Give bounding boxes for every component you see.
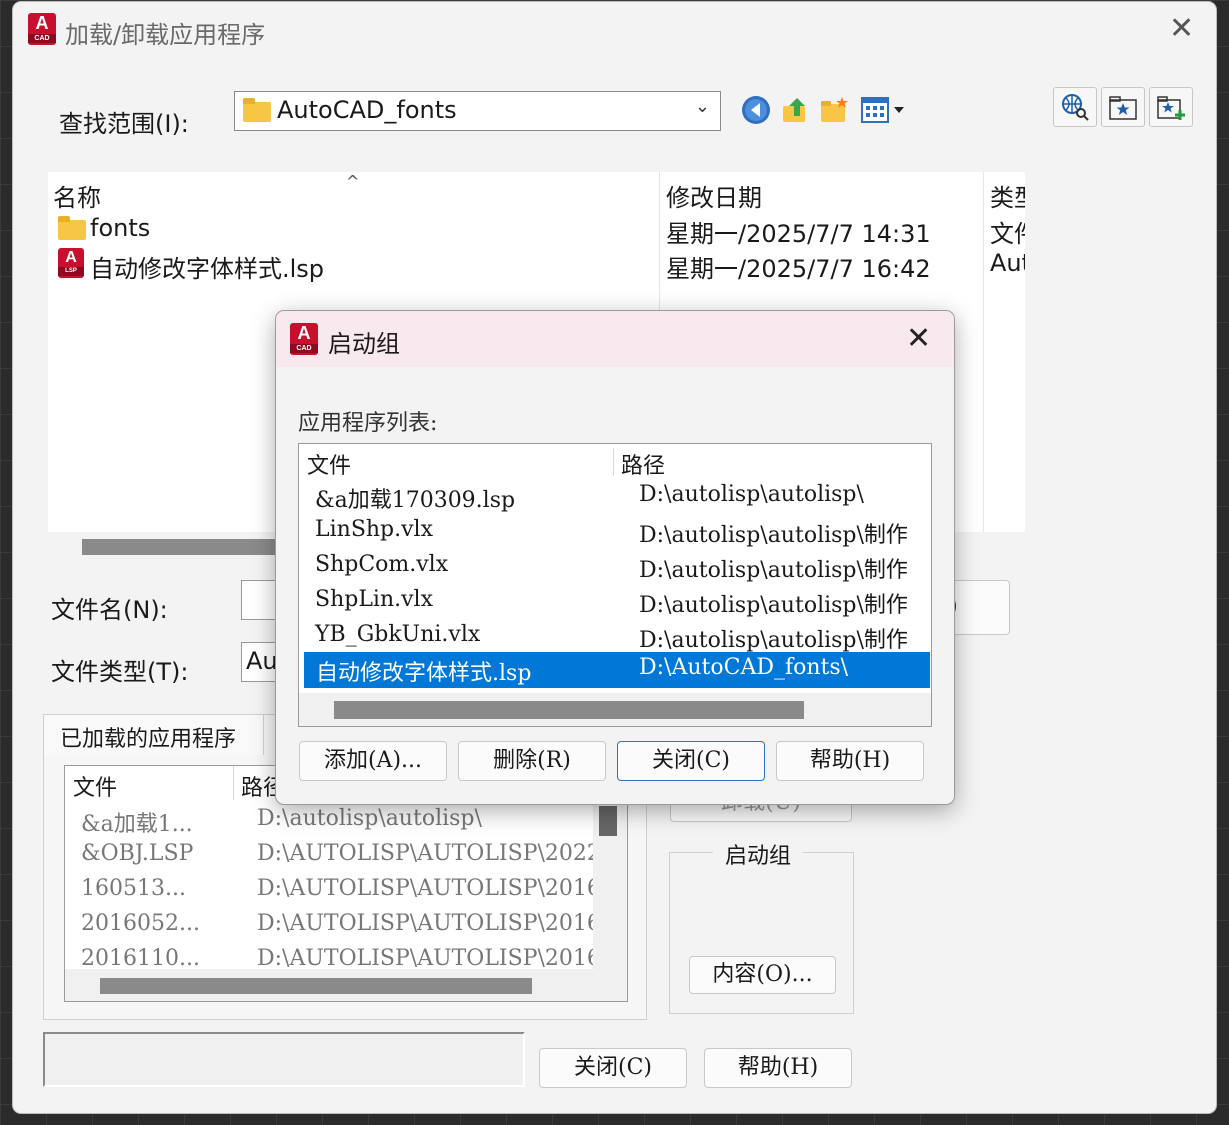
- lookin-value: AutoCAD_fonts: [277, 96, 457, 124]
- new-folder-icon[interactable]: [816, 92, 852, 128]
- column-header-file[interactable]: 文件: [307, 448, 351, 480]
- list-item-path: D:\autolisp\autolisp\制作: [639, 558, 908, 583]
- close-icon[interactable]: ✕: [1169, 14, 1194, 44]
- file-type: 文件: [990, 220, 1025, 248]
- list-item-file: &a加载170309.lsp: [315, 488, 516, 513]
- help-button[interactable]: 帮助(H): [776, 741, 924, 781]
- file-name: fonts: [90, 214, 151, 242]
- folder-icon: [58, 216, 86, 240]
- list-item-file: 自动修改字体样式.lsp: [316, 661, 532, 686]
- filetype-label: 文件类型(T):: [51, 658, 189, 686]
- file-date: 星期一/2025/7/7 16:42: [666, 255, 931, 283]
- tab-loaded-apps[interactable]: 已加载的应用程序: [44, 715, 264, 755]
- startup-group-label: 启动组: [713, 838, 804, 870]
- add-button[interactable]: 添加(A)...: [299, 741, 447, 781]
- horizontal-scrollbar-thumb[interactable]: [100, 978, 532, 994]
- list-item-file: ShpLin.vlx: [315, 587, 434, 612]
- folder-icon: [243, 98, 271, 122]
- startup-group-dialog: A CAD 启动组 ✕ 应用程序列表: 文件 路径 &a加载170309.lsp…: [276, 311, 954, 804]
- contents-button[interactable]: 内容(O)...: [689, 956, 836, 994]
- back-icon[interactable]: [738, 92, 774, 128]
- horizontal-scrollbar-thumb[interactable]: [334, 701, 804, 719]
- list-item-file: ShpCom.vlx: [315, 552, 449, 577]
- favorites-folder-icon[interactable]: [1101, 87, 1145, 127]
- remove-button[interactable]: 删除(R): [458, 741, 606, 781]
- list-item-file: YB_GbkUni.vlx: [315, 622, 481, 647]
- list-item-selected[interactable]: 自动修改字体样式.lsp D:\AutoCAD_fonts\: [304, 652, 930, 688]
- lookin-label: 查找范围(I):: [59, 110, 189, 138]
- table-row-path: D:\autolisp\autolisp\: [257, 806, 482, 831]
- horizontal-scrollbar[interactable]: [65, 969, 627, 1001]
- column-header-path[interactable]: 路径: [621, 448, 665, 480]
- close-icon[interactable]: ✕: [906, 324, 931, 354]
- list-item-path: D:\AutoCAD_fonts\: [639, 655, 849, 680]
- column-divider: [983, 172, 984, 532]
- file-type: AutoCAD: [990, 249, 1025, 277]
- vertical-scrollbar-thumb[interactable]: [599, 806, 617, 836]
- close-button[interactable]: 关闭(C): [617, 741, 765, 781]
- list-item-path: D:\autolisp\autolisp\: [639, 482, 864, 507]
- up-folder-icon[interactable]: [777, 92, 813, 128]
- table-row-path: D:\AUTOLISP\AUTOLISP\2022\: [257, 841, 609, 866]
- table-row-file[interactable]: &OBJ.LSP: [81, 841, 193, 866]
- file-date: 星期一/2025/7/7 14:31: [666, 220, 931, 248]
- table-row-file[interactable]: 160513...: [81, 876, 186, 901]
- dialog-title: 启动组: [328, 330, 400, 358]
- table-row-path: D:\AUTOLISP\AUTOLISP\2016...: [257, 911, 622, 936]
- list-item-path: D:\autolisp\autolisp\制作: [639, 628, 908, 653]
- column-divider: [613, 448, 614, 476]
- autocad-app-icon: A CAD: [28, 13, 56, 45]
- lookin-combo[interactable]: AutoCAD_fonts ⌄: [234, 91, 721, 131]
- views-menu-icon[interactable]: [857, 92, 913, 128]
- app-list-label: 应用程序列表:: [298, 411, 438, 436]
- column-divider: [233, 766, 234, 800]
- file-list-scrollbar-thumb[interactable]: [82, 539, 282, 555]
- column-header-name[interactable]: 名称: [53, 178, 101, 213]
- chevron-down-icon: ⌄: [694, 96, 710, 117]
- table-row-path: D:\AUTOLISP\AUTOLISP\2016...: [257, 946, 622, 971]
- table-row-file[interactable]: 2016052...: [81, 911, 200, 936]
- table-row-file[interactable]: &a加载1...: [81, 806, 193, 838]
- close-button[interactable]: 关闭(C): [539, 1048, 687, 1088]
- file-name: 自动修改字体样式.lsp: [90, 255, 325, 283]
- column-header-type[interactable]: 类型: [990, 178, 1025, 213]
- list-item-path: D:\autolisp\autolisp\制作: [639, 523, 908, 548]
- list-item-file: LinShp.vlx: [315, 517, 434, 542]
- table-row-file[interactable]: 2016110...: [81, 946, 200, 971]
- filename-label: 文件名(N):: [51, 596, 168, 624]
- autocad-app-icon: A CAD: [290, 323, 318, 355]
- list-item-path: D:\autolisp\autolisp\制作: [639, 593, 908, 618]
- add-favorite-icon[interactable]: [1149, 87, 1193, 127]
- dialog-title: 加载/卸载应用程序: [65, 21, 266, 49]
- web-search-icon[interactable]: [1053, 87, 1097, 127]
- column-header-file[interactable]: 文件: [73, 770, 117, 802]
- app-list[interactable]: 文件 路径 &a加载170309.lsp D:\autolisp\autolis…: [298, 443, 932, 727]
- table-row-path: D:\AUTOLISP\AUTOLISP\2016...: [257, 876, 622, 901]
- help-button[interactable]: 帮助(H): [704, 1048, 852, 1088]
- status-field: [43, 1032, 525, 1087]
- column-header-date[interactable]: 修改日期: [666, 178, 762, 213]
- lsp-file-icon: A LSP: [58, 248, 84, 278]
- sort-up-icon: ^: [346, 172, 360, 191]
- horizontal-scrollbar[interactable]: [299, 693, 931, 726]
